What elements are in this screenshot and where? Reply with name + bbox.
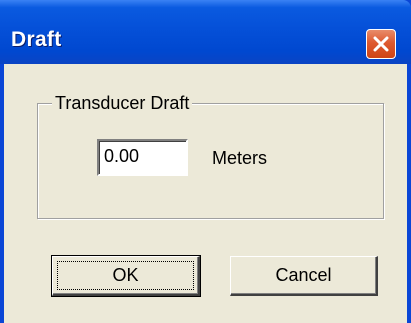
title-bar[interactable]: Draft [0,0,411,64]
transducer-draft-group [37,103,384,219]
window-title: Draft [11,28,62,51]
draft-input[interactable]: 0.00 [97,139,188,176]
group-label: Transducer Draft [52,93,193,113]
unit-label: Meters [212,148,268,168]
draft-dialog: Draft Transducer Draft 0.00 Meters OK Ca… [0,0,411,323]
close-button[interactable] [366,29,396,59]
focus-rectangle [57,261,194,290]
cancel-button[interactable]: Cancel [230,256,378,296]
dialog-body: Transducer Draft 0.00 Meters OK Cancel [4,64,407,323]
cancel-button-label: Cancel [275,265,332,285]
ok-button[interactable]: OK [51,255,201,297]
